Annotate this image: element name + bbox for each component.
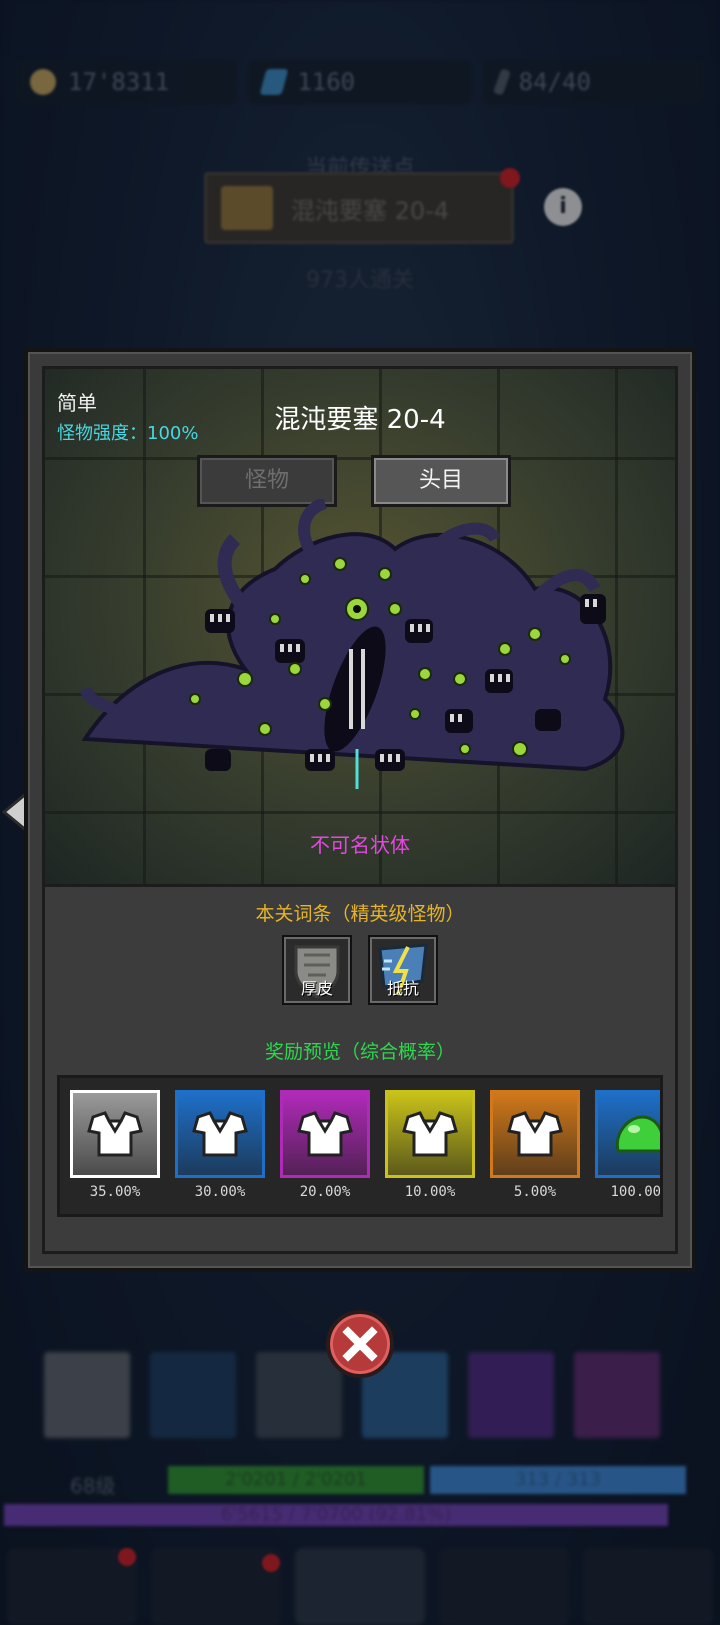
close-icon [342, 1326, 378, 1362]
reward-probability: 100.00% [610, 1184, 662, 1200]
affix-label: 厚皮 [300, 979, 333, 998]
slime-icon [595, 1090, 660, 1178]
armor-icon [280, 1090, 370, 1178]
close-button[interactable] [326, 1310, 394, 1378]
boss-preview: 简单 怪物强度：100% 混沌要塞 20-4 怪物 头目 不可名状体 [45, 369, 675, 887]
reward-probability: 5.00% [513, 1184, 557, 1200]
affix-label: 抵抗 [386, 979, 419, 998]
affix-title: 本关词条（精英级怪物） [255, 903, 465, 925]
dialog-body: 简单 怪物强度：100% 混沌要塞 20-4 怪物 头目 不可名状体 本关词条（… [42, 366, 678, 1254]
boss-sprite [79, 499, 625, 789]
reward-item[interactable]: 10.00% [385, 1090, 475, 1200]
reward-item[interactable]: 100.00% [595, 1090, 662, 1200]
reward-item[interactable]: 35.00% [70, 1090, 160, 1200]
stage-dialog: 简单 怪物强度：100% 混沌要塞 20-4 怪物 头目 不可名状体 本关词条（… [24, 348, 696, 1272]
reward-item[interactable]: 30.00% [175, 1090, 265, 1200]
armor-icon [385, 1090, 475, 1178]
armor-icon [490, 1090, 580, 1178]
reward-probability: 30.00% [194, 1184, 246, 1200]
reward-item[interactable]: 5.00% [490, 1090, 580, 1200]
armor-icon [70, 1090, 160, 1178]
affix-resistance[interactable]: 抵抗 [368, 935, 438, 1005]
affix-thick-skin[interactable]: 厚皮 [282, 935, 352, 1005]
stage-title: 混沌要塞 20-4 [274, 405, 446, 435]
reward-item[interactable]: 20.00% [280, 1090, 370, 1200]
reward-list: 35.00% 30.00% 20.00% 10.00% 5.00% 100.00% [70, 1090, 662, 1200]
affix-list: 厚皮 抵抗 [45, 935, 675, 1005]
reward-title: 奖励预览（综合概率） [264, 1041, 455, 1063]
reward-probability: 35.00% [89, 1184, 141, 1200]
reward-probability: 20.00% [299, 1184, 351, 1200]
reward-probability: 10.00% [404, 1184, 456, 1200]
reward-list-panel[interactable]: 35.00% 30.00% 20.00% 10.00% 5.00% 100.00% [57, 1075, 663, 1217]
armor-icon [175, 1090, 265, 1178]
boss-name: 不可名状体 [310, 833, 410, 857]
